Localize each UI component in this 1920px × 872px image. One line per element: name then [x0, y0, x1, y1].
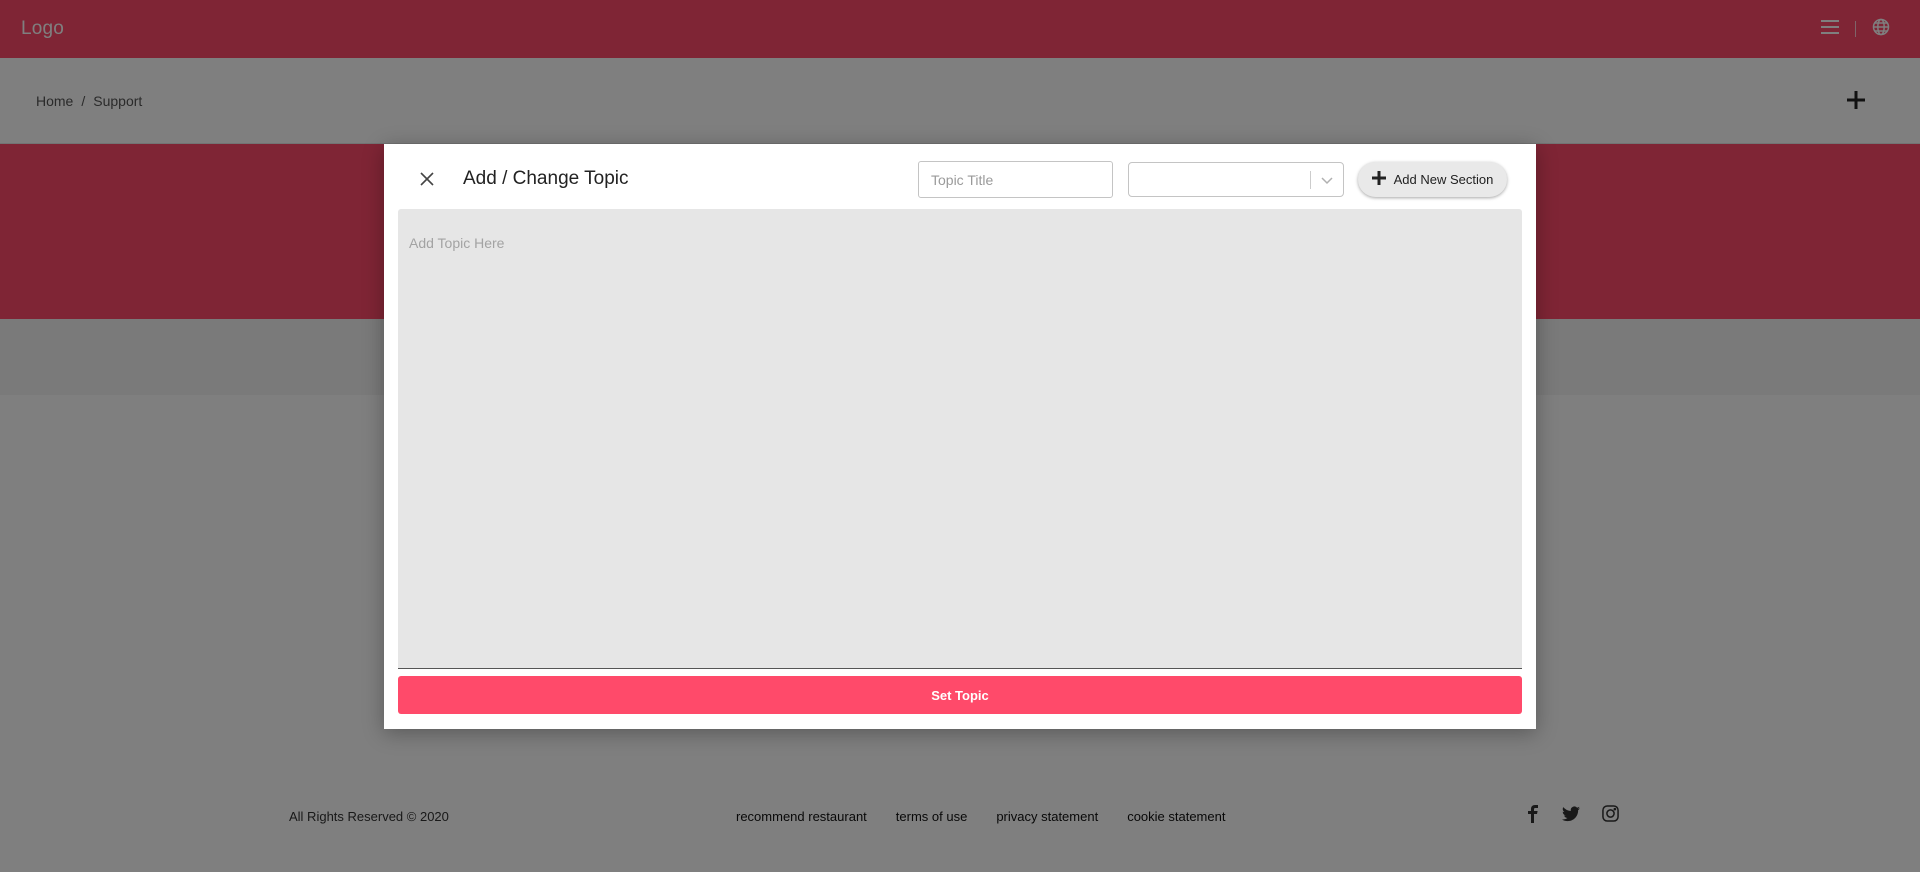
plus-icon — [1371, 171, 1386, 188]
section-select[interactable] — [1128, 162, 1344, 197]
add-new-section-button[interactable]: Add New Section — [1358, 162, 1507, 197]
topic-title-input[interactable] — [918, 161, 1113, 198]
set-topic-button[interactable]: Set Topic — [398, 676, 1522, 714]
topic-body-textarea[interactable] — [398, 209, 1522, 669]
select-divider — [1310, 171, 1311, 189]
close-icon[interactable] — [414, 166, 440, 192]
chevron-down-icon[interactable] — [1319, 172, 1335, 188]
modal-title: Add / Change Topic — [463, 168, 629, 189]
add-new-section-label: Add New Section — [1393, 172, 1494, 187]
page: Logo Home — [0, 0, 1920, 872]
